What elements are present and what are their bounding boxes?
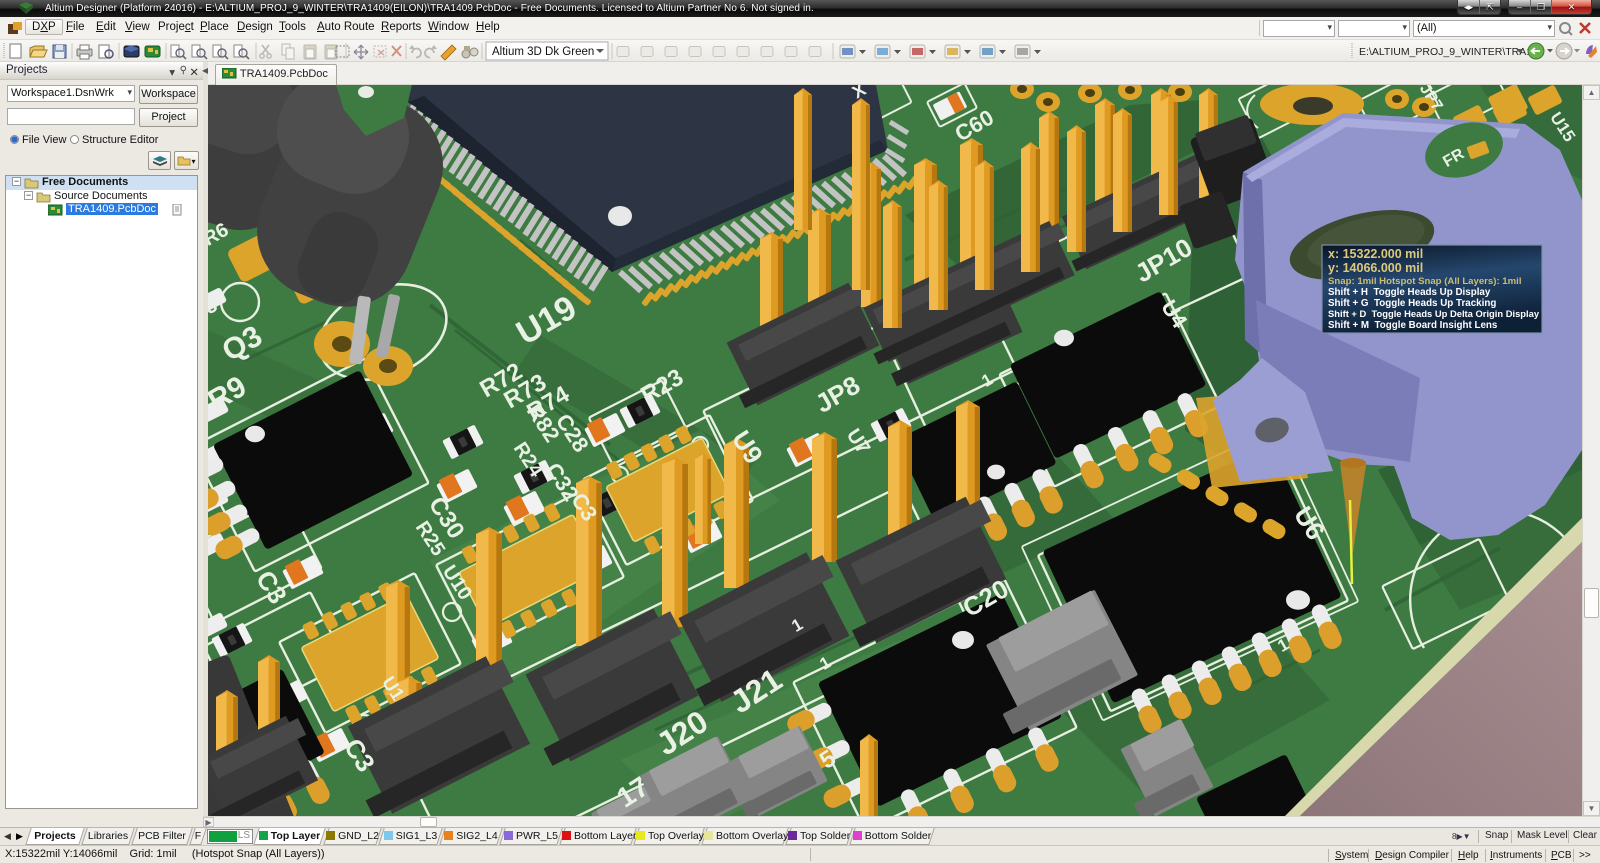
svg-text:Altium 3D Dk Green: Altium 3D Dk Green bbox=[492, 46, 594, 58]
svg-text:Snap: 1mil Hotspot Snap (All L: Snap: 1mil Hotspot Snap (All Layers): 1m… bbox=[1328, 276, 1522, 287]
svg-text:E:\ALTIUM_PROJ_9_WINTER\TRA1‹: E:\ALTIUM_PROJ_9_WINTER\TRA1‹ bbox=[1359, 46, 1536, 58]
svg-text:Shift + M Toggle Board Insigh: Shift + M Toggle Board Insight Lens bbox=[1328, 320, 1498, 331]
svg-text:x: 15322.000 mil: x: 15322.000 mil bbox=[1328, 247, 1423, 261]
svg-text:Shift + H Toggle Heads Up Dis: Shift + H Toggle Heads Up Display bbox=[1328, 287, 1491, 298]
svg-text:Shift + D Toggle Heads Up Del: Shift + D Toggle Heads Up Delta Origin D… bbox=[1328, 308, 1540, 319]
svg-text:y: 14066.000 mil: y: 14066.000 mil bbox=[1328, 261, 1423, 275]
